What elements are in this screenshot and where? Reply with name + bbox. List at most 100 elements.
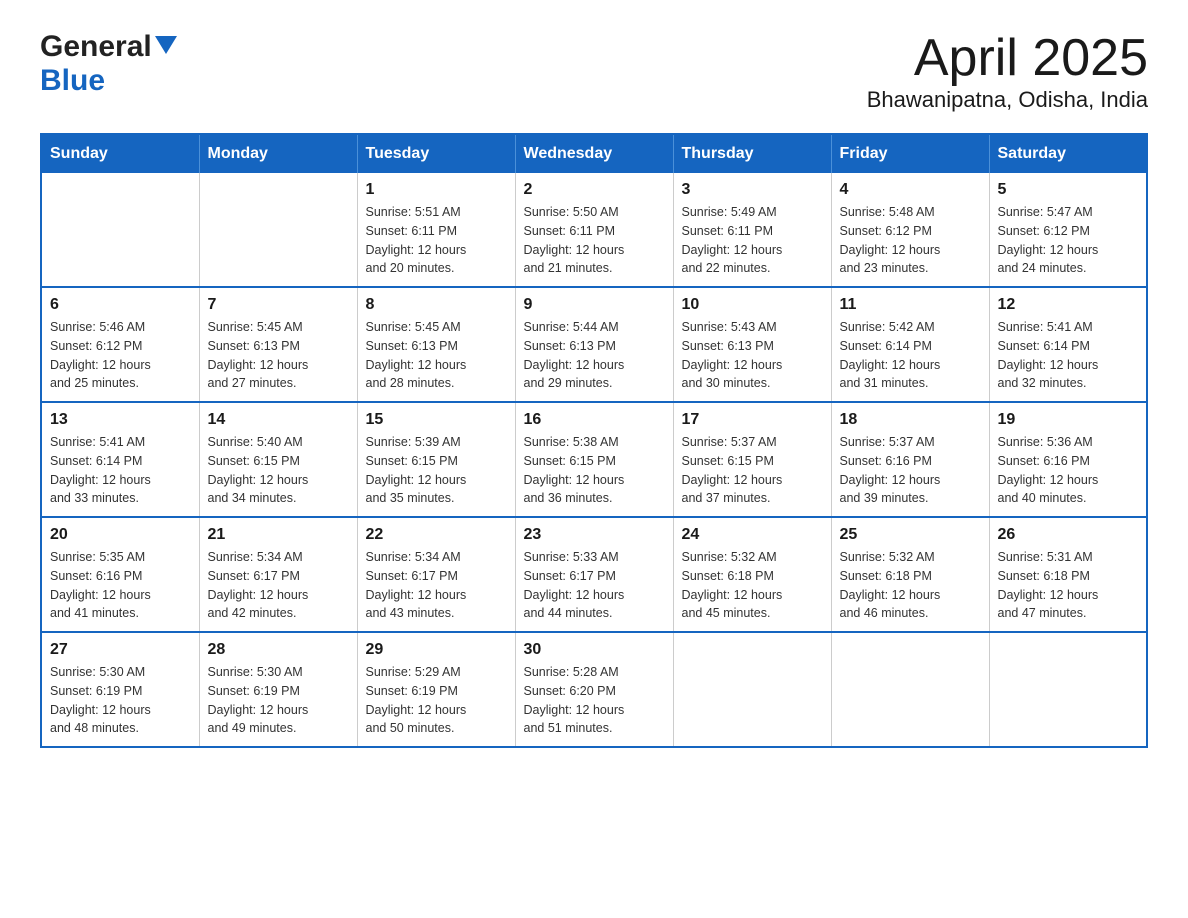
day-number: 26 [998, 526, 1139, 544]
calendar-day-cell: 12 Sunrise: 5:41 AMSunset: 6:14 PMDayligh… [989, 287, 1147, 402]
calendar-header-row: SundayMondayTuesdayWednesdayThursdayFrid… [41, 134, 1147, 173]
day-info: Sunrise: 5:37 AMSunset: 6:16 PMDaylight:… [840, 433, 981, 508]
calendar-day-cell: 14 Sunrise: 5:40 AMSunset: 6:15 PMDayligh… [199, 402, 357, 517]
day-number: 8 [366, 296, 507, 314]
day-number: 2 [524, 181, 665, 199]
day-info: Sunrise: 5:32 AMSunset: 6:18 PMDaylight:… [682, 548, 823, 623]
calendar-day-header: Thursday [673, 134, 831, 173]
calendar-day-cell: 17 Sunrise: 5:37 AMSunset: 6:15 PMDayligh… [673, 402, 831, 517]
day-info: Sunrise: 5:38 AMSunset: 6:15 PMDaylight:… [524, 433, 665, 508]
day-info: Sunrise: 5:34 AMSunset: 6:17 PMDaylight:… [366, 548, 507, 623]
day-number: 13 [50, 411, 191, 429]
day-info: Sunrise: 5:33 AMSunset: 6:17 PMDaylight:… [524, 548, 665, 623]
calendar-table: SundayMondayTuesdayWednesdayThursdayFrid… [40, 133, 1148, 748]
calendar-day-cell [989, 632, 1147, 747]
day-info: Sunrise: 5:46 AMSunset: 6:12 PMDaylight:… [50, 318, 191, 393]
logo: General Blue [40, 30, 177, 98]
calendar-day-cell: 15 Sunrise: 5:39 AMSunset: 6:15 PMDayligh… [357, 402, 515, 517]
calendar-day-cell: 13 Sunrise: 5:41 AMSunset: 6:14 PMDayligh… [41, 402, 199, 517]
day-number: 9 [524, 296, 665, 314]
calendar-day-header: Wednesday [515, 134, 673, 173]
day-info: Sunrise: 5:41 AMSunset: 6:14 PMDaylight:… [50, 433, 191, 508]
calendar-day-cell [831, 632, 989, 747]
day-info: Sunrise: 5:28 AMSunset: 6:20 PMDaylight:… [524, 663, 665, 738]
day-number: 20 [50, 526, 191, 544]
calendar-day-header: Tuesday [357, 134, 515, 173]
day-number: 25 [840, 526, 981, 544]
calendar-week-row: 27Sunrise: 5:30 AMSunset: 6:19 PMDayligh… [41, 632, 1147, 747]
calendar-day-cell: 30Sunrise: 5:28 AMSunset: 6:20 PMDayligh… [515, 632, 673, 747]
day-number: 14 [208, 411, 349, 429]
calendar-week-row: 6 Sunrise: 5:46 AMSunset: 6:12 PMDaylight… [41, 287, 1147, 402]
day-info: Sunrise: 5:37 AMSunset: 6:15 PMDaylight:… [682, 433, 823, 508]
calendar-day-cell: 18Sunrise: 5:37 AMSunset: 6:16 PMDayligh… [831, 402, 989, 517]
day-info: Sunrise: 5:35 AMSunset: 6:16 PMDaylight:… [50, 548, 191, 623]
calendar-day-cell: 27Sunrise: 5:30 AMSunset: 6:19 PMDayligh… [41, 632, 199, 747]
day-number: 1 [366, 181, 507, 199]
day-number: 15 [366, 411, 507, 429]
day-info: Sunrise: 5:34 AMSunset: 6:17 PMDaylight:… [208, 548, 349, 623]
day-info: Sunrise: 5:50 AMSunset: 6:11 PMDaylight:… [524, 203, 665, 278]
day-info: Sunrise: 5:45 AMSunset: 6:13 PMDaylight:… [208, 318, 349, 393]
day-info: Sunrise: 5:45 AMSunset: 6:13 PMDaylight:… [366, 318, 507, 393]
day-number: 4 [840, 181, 981, 199]
day-number: 29 [366, 641, 507, 659]
day-info: Sunrise: 5:32 AMSunset: 6:18 PMDaylight:… [840, 548, 981, 623]
day-number: 17 [682, 411, 823, 429]
day-number: 10 [682, 296, 823, 314]
calendar-day-cell: 28 Sunrise: 5:30 AMSunset: 6:19 PMDayligh… [199, 632, 357, 747]
calendar-day-cell: 24 Sunrise: 5:32 AMSunset: 6:18 PMDayligh… [673, 517, 831, 632]
location-subtitle: Bhawanipatna, Odisha, India [867, 87, 1148, 113]
calendar-day-header: Saturday [989, 134, 1147, 173]
day-number: 23 [524, 526, 665, 544]
calendar-day-cell: 23 Sunrise: 5:33 AMSunset: 6:17 PMDayligh… [515, 517, 673, 632]
calendar-day-cell: 8 Sunrise: 5:45 AMSunset: 6:13 PMDaylight… [357, 287, 515, 402]
calendar-day-cell: 6 Sunrise: 5:46 AMSunset: 6:12 PMDaylight… [41, 287, 199, 402]
day-info: Sunrise: 5:40 AMSunset: 6:15 PMDaylight:… [208, 433, 349, 508]
calendar-day-cell: 1 Sunrise: 5:51 AMSunset: 6:11 PMDaylight… [357, 173, 515, 287]
day-info: Sunrise: 5:30 AMSunset: 6:19 PMDaylight:… [50, 663, 191, 738]
calendar-day-cell: 10 Sunrise: 5:43 AMSunset: 6:13 PMDayligh… [673, 287, 831, 402]
calendar-day-cell: 4Sunrise: 5:48 AMSunset: 6:12 PMDaylight… [831, 173, 989, 287]
title-block: April 2025 Bhawanipatna, Odisha, India [867, 30, 1148, 113]
day-info: Sunrise: 5:51 AMSunset: 6:11 PMDaylight:… [366, 203, 507, 278]
logo-arrow-icon [155, 36, 177, 59]
calendar-day-cell: 11Sunrise: 5:42 AMSunset: 6:14 PMDayligh… [831, 287, 989, 402]
day-info: Sunrise: 5:31 AMSunset: 6:18 PMDaylight:… [998, 548, 1139, 623]
calendar-day-cell: 19Sunrise: 5:36 AMSunset: 6:16 PMDayligh… [989, 402, 1147, 517]
calendar-day-cell: 2 Sunrise: 5:50 AMSunset: 6:11 PMDaylight… [515, 173, 673, 287]
day-number: 19 [998, 411, 1139, 429]
calendar-day-cell: 3Sunrise: 5:49 AMSunset: 6:11 PMDaylight… [673, 173, 831, 287]
day-info: Sunrise: 5:43 AMSunset: 6:13 PMDaylight:… [682, 318, 823, 393]
day-number: 7 [208, 296, 349, 314]
calendar-day-cell: 7 Sunrise: 5:45 AMSunset: 6:13 PMDaylight… [199, 287, 357, 402]
calendar-day-cell: 26 Sunrise: 5:31 AMSunset: 6:18 PMDayligh… [989, 517, 1147, 632]
day-number: 12 [998, 296, 1139, 314]
day-number: 21 [208, 526, 349, 544]
logo-blue-text: Blue [40, 64, 105, 97]
day-number: 16 [524, 411, 665, 429]
calendar-day-cell: 21 Sunrise: 5:34 AMSunset: 6:17 PMDayligh… [199, 517, 357, 632]
calendar-day-cell: 5 Sunrise: 5:47 AMSunset: 6:12 PMDaylight… [989, 173, 1147, 287]
day-number: 5 [998, 181, 1139, 199]
day-info: Sunrise: 5:30 AMSunset: 6:19 PMDaylight:… [208, 663, 349, 738]
calendar-week-row: 1 Sunrise: 5:51 AMSunset: 6:11 PMDaylight… [41, 173, 1147, 287]
day-number: 22 [366, 526, 507, 544]
day-info: Sunrise: 5:29 AMSunset: 6:19 PMDaylight:… [366, 663, 507, 738]
day-info: Sunrise: 5:42 AMSunset: 6:14 PMDaylight:… [840, 318, 981, 393]
logo-general-text: General [40, 30, 152, 64]
calendar-day-header: Friday [831, 134, 989, 173]
page-header: General Blue April 2025 Bhawanipatna, Od… [40, 30, 1148, 113]
calendar-day-header: Sunday [41, 134, 199, 173]
day-number: 24 [682, 526, 823, 544]
day-number: 28 [208, 641, 349, 659]
day-info: Sunrise: 5:41 AMSunset: 6:14 PMDaylight:… [998, 318, 1139, 393]
day-number: 6 [50, 296, 191, 314]
month-year-title: April 2025 [867, 30, 1148, 87]
calendar-day-cell [199, 173, 357, 287]
day-info: Sunrise: 5:39 AMSunset: 6:15 PMDaylight:… [366, 433, 507, 508]
day-info: Sunrise: 5:47 AMSunset: 6:12 PMDaylight:… [998, 203, 1139, 278]
calendar-day-cell: 22 Sunrise: 5:34 AMSunset: 6:17 PMDayligh… [357, 517, 515, 632]
calendar-day-header: Monday [199, 134, 357, 173]
day-info: Sunrise: 5:49 AMSunset: 6:11 PMDaylight:… [682, 203, 823, 278]
